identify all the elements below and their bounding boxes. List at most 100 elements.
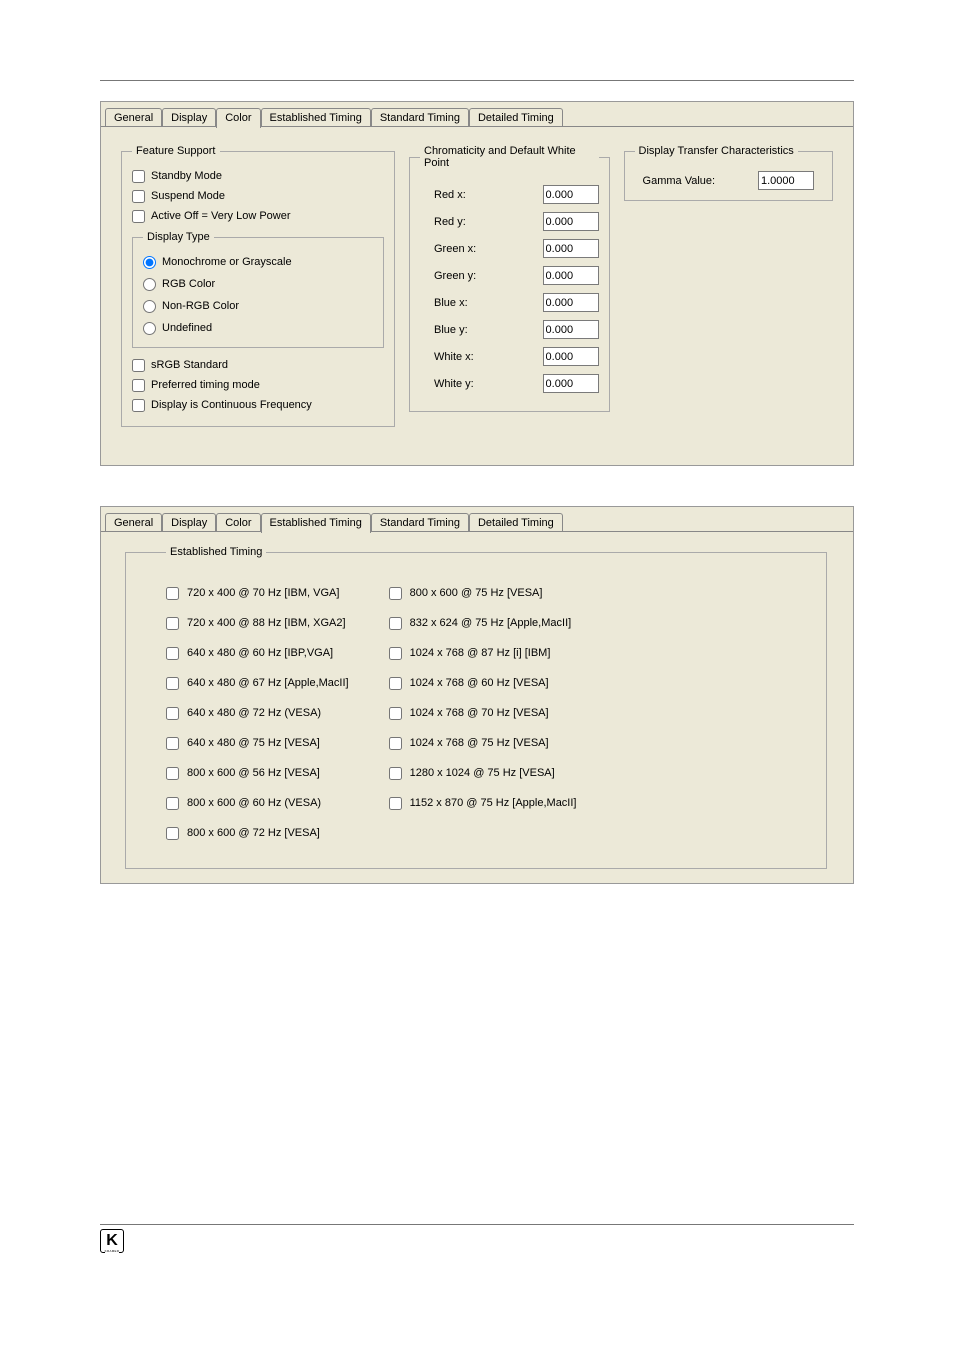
established-tab-panel: General Display Color Established Timing… <box>100 506 854 884</box>
gamma-label: Gamma Value: <box>643 175 716 187</box>
et-r6-label: 1280 x 1024 @ 75 Hz [VESA] <box>410 767 555 779</box>
greenx-label: Green x: <box>434 243 494 255</box>
whitey-label: White y: <box>434 378 494 390</box>
redx-input[interactable] <box>543 185 599 204</box>
et-l7-checkbox[interactable] <box>166 797 179 810</box>
tab2-color[interactable]: Color <box>216 513 260 532</box>
tab-standard[interactable]: Standard Timing <box>371 108 469 127</box>
et-l1-label: 720 x 400 @ 88 Hz [IBM, XGA2] <box>187 617 346 629</box>
tab-general[interactable]: General <box>105 108 162 127</box>
display-type-group: Display Type Monochrome or Grayscale RGB… <box>132 231 384 348</box>
et-l4-label: 640 x 480 @ 72 Hz (VESA) <box>187 707 321 719</box>
whitex-input[interactable] <box>543 347 599 366</box>
whitey-input[interactable] <box>543 374 599 393</box>
chromaticity-group: Chromaticity and Default White Point Red… <box>409 145 610 412</box>
et-r4-label: 1024 x 768 @ 70 Hz [VESA] <box>410 707 549 719</box>
et-r3-label: 1024 x 768 @ 60 Hz [VESA] <box>410 677 549 689</box>
standby-label: Standby Mode <box>151 170 222 182</box>
et-l8-checkbox[interactable] <box>166 827 179 840</box>
et-l5-checkbox[interactable] <box>166 737 179 750</box>
et-l0-checkbox[interactable] <box>166 587 179 600</box>
et-r2-checkbox[interactable] <box>389 647 402 660</box>
dtc-legend: Display Transfer Characteristics <box>635 145 798 157</box>
color-tab-panel: General Display Color Established Timing… <box>100 101 854 466</box>
et-r4-checkbox[interactable] <box>389 707 402 720</box>
et-l2-label: 640 x 480 @ 60 Hz [IBP,VGA] <box>187 647 333 659</box>
redy-input[interactable] <box>543 212 599 231</box>
established-timing-group: Established Timing 720 x 400 @ 70 Hz [IB… <box>125 546 827 869</box>
tab2-detailed[interactable]: Detailed Timing <box>469 513 563 532</box>
tab-detailed[interactable]: Detailed Timing <box>469 108 563 127</box>
continuous-checkbox[interactable] <box>132 399 145 412</box>
whitex-label: White x: <box>434 351 494 363</box>
preferred-checkbox[interactable] <box>132 379 145 392</box>
et-l1-checkbox[interactable] <box>166 617 179 630</box>
preferred-label: Preferred timing mode <box>151 379 260 391</box>
suspend-row: Suspend Mode <box>132 187 384 205</box>
et-l6-label: 800 x 600 @ 56 Hz [VESA] <box>187 767 320 779</box>
bluex-label: Blue x: <box>434 297 494 309</box>
mono-radio[interactable] <box>143 256 156 269</box>
rgb-radio[interactable] <box>143 278 156 291</box>
mono-label: Monochrome or Grayscale <box>162 256 292 268</box>
rgb-label: RGB Color <box>162 278 215 290</box>
tab-display[interactable]: Display <box>162 108 216 127</box>
tab2-standard[interactable]: Standard Timing <box>371 513 469 532</box>
et-l0-label: 720 x 400 @ 70 Hz [IBM, VGA] <box>187 587 339 599</box>
activeoff-row: Active Off = Very Low Power <box>132 207 384 225</box>
feature-support-group: Feature Support Standby Mode Suspend Mod… <box>121 145 395 427</box>
redx-label: Red x: <box>434 189 494 201</box>
bluex-input[interactable] <box>543 293 599 312</box>
tabstrip-2: General Display Color Established Timing… <box>101 507 853 531</box>
feature-support-legend: Feature Support <box>132 145 220 157</box>
bluey-input[interactable] <box>543 320 599 339</box>
bluey-label: Blue y: <box>434 324 494 336</box>
standby-checkbox[interactable] <box>132 170 145 183</box>
et-l6-checkbox[interactable] <box>166 767 179 780</box>
tabstrip: General Display Color Established Timing… <box>101 102 853 126</box>
tab2-established[interactable]: Established Timing <box>261 513 371 533</box>
et-r0-checkbox[interactable] <box>389 587 402 600</box>
et-r1-checkbox[interactable] <box>389 617 402 630</box>
dtc-group: Display Transfer Characteristics Gamma V… <box>624 145 833 201</box>
et-l3-label: 640 x 480 @ 67 Hz [Apple,MacII] <box>187 677 349 689</box>
gamma-input[interactable] <box>758 171 814 190</box>
et-l5-label: 640 x 480 @ 75 Hz [VESA] <box>187 737 320 749</box>
display-type-legend: Display Type <box>143 231 214 243</box>
undefined-radio[interactable] <box>143 322 156 335</box>
greenx-input[interactable] <box>543 239 599 258</box>
footer: K KRAMER <box>100 1224 854 1253</box>
et-r6-checkbox[interactable] <box>389 767 402 780</box>
et-l7-label: 800 x 600 @ 60 Hz (VESA) <box>187 797 321 809</box>
et-left-col: 720 x 400 @ 70 Hz [IBM, VGA] 720 x 400 @… <box>166 578 349 848</box>
standby-row: Standby Mode <box>132 167 384 185</box>
tab-body-established: Established Timing 720 x 400 @ 70 Hz [IB… <box>101 531 853 883</box>
established-timing-legend: Established Timing <box>166 546 266 558</box>
tab-established[interactable]: Established Timing <box>261 108 371 127</box>
et-r7-label: 1152 x 870 @ 75 Hz [Apple,MacII] <box>410 797 577 809</box>
suspend-label: Suspend Mode <box>151 190 225 202</box>
activeoff-checkbox[interactable] <box>132 210 145 223</box>
et-l4-checkbox[interactable] <box>166 707 179 720</box>
tab-body-color: Feature Support Standby Mode Suspend Mod… <box>101 126 853 465</box>
nonrgb-radio[interactable] <box>143 300 156 313</box>
greeny-input[interactable] <box>543 266 599 285</box>
srgb-checkbox[interactable] <box>132 359 145 372</box>
et-r1-label: 832 x 624 @ 75 Hz [Apple,MacII] <box>410 617 572 629</box>
greeny-label: Green y: <box>434 270 494 282</box>
et-l3-checkbox[interactable] <box>166 677 179 690</box>
srgb-label: sRGB Standard <box>151 359 228 371</box>
et-r3-checkbox[interactable] <box>389 677 402 690</box>
undefined-label: Undefined <box>162 322 212 334</box>
continuous-label: Display is Continuous Frequency <box>151 399 312 411</box>
tab2-general[interactable]: General <box>105 513 162 532</box>
et-l8-label: 800 x 600 @ 72 Hz [VESA] <box>187 827 320 839</box>
et-r5-label: 1024 x 768 @ 75 Hz [VESA] <box>410 737 549 749</box>
tab2-display[interactable]: Display <box>162 513 216 532</box>
et-r7-checkbox[interactable] <box>389 797 402 810</box>
suspend-checkbox[interactable] <box>132 190 145 203</box>
et-l2-checkbox[interactable] <box>166 647 179 660</box>
et-r5-checkbox[interactable] <box>389 737 402 750</box>
tab-color[interactable]: Color <box>216 108 260 128</box>
chromaticity-legend: Chromaticity and Default White Point <box>420 145 599 169</box>
